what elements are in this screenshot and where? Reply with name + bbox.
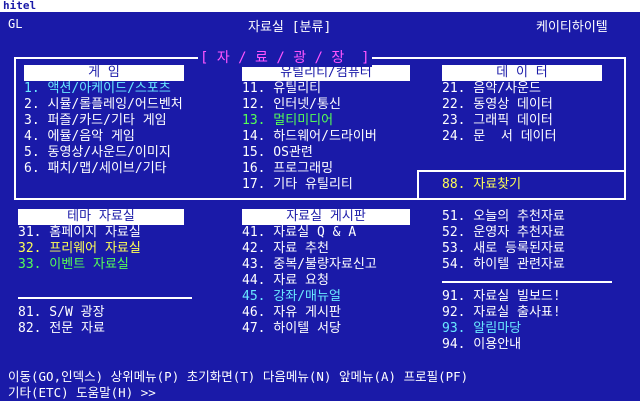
menu-item-92[interactable]: 92. 자료실 출사표! (442, 305, 561, 321)
menu-item-6[interactable]: 6. 패치/맵/세이브/기타 (24, 161, 167, 177)
menu-item-91[interactable]: 91. 자료실 빌보드! (442, 289, 561, 305)
menu-item-94[interactable]: 94. 이용안내 (442, 337, 521, 353)
menu-item-32[interactable]: 32. 프리웨어 자료실 (18, 241, 141, 257)
menu-item-14[interactable]: 14. 하드웨어/드라이버 (242, 129, 377, 145)
menu-item-3[interactable]: 3. 퍼즐/카드/기타 게임 (24, 113, 167, 129)
footer-commands: 이동(GO,인덱스) 상위메뉴(P) 초기화면(T) 다음메뉴(N) 앞메뉴(A… (8, 369, 469, 384)
menu-item-15[interactable]: 15. OS관련 (242, 145, 313, 161)
menu-item-12[interactable]: 12. 인터넷/통신 (242, 97, 341, 113)
menu-item-16[interactable]: 16. 프로그래밍 (242, 161, 333, 177)
command-prompt[interactable]: 기타(ETC) 도움말(H) >> (8, 385, 156, 401)
data-header: 데 이 터 (442, 65, 602, 81)
window-title-bar: hitel (0, 0, 640, 12)
menu-item-51[interactable]: 51. 오늘의 추천자료 (442, 209, 565, 225)
menu-item-24[interactable]: 24. 문 서 데이터 (442, 129, 557, 145)
banner-title: [ 자 / 료 / 광 / 장 ] (198, 47, 372, 67)
menu-item-81[interactable]: 81. S/W 광장 (18, 305, 105, 321)
status-left: GL (8, 17, 23, 31)
menu-item-2[interactable]: 2. 시뮬/롤플레잉/어드벤처 (24, 97, 183, 113)
menu-item-21[interactable]: 21. 음악/사운드 (442, 81, 541, 97)
menu-item-33[interactable]: 33. 이벤트 자료실 (18, 257, 129, 273)
sw-divider (18, 297, 192, 299)
menu-item-5[interactable]: 5. 동영상/사운드/이미지 (24, 145, 171, 161)
menu-item-88[interactable]: 88. 자료찾기 (442, 177, 521, 193)
menu-item-42[interactable]: 42. 자료 추천 (242, 241, 329, 257)
menu-item-82[interactable]: 82. 전문 자료 (18, 321, 105, 337)
menu-item-53[interactable]: 53. 새로 등록된자료 (442, 241, 565, 257)
window-title: hitel (3, 0, 37, 12)
theme-header: 테마 자료실 (18, 209, 184, 225)
menu-item-22[interactable]: 22. 동영상 데이터 (442, 97, 553, 113)
menu-item-43[interactable]: 43. 중복/불량자료신고 (242, 257, 377, 273)
menu-item-46[interactable]: 46. 자유 게시판 (242, 305, 341, 321)
menu-item-54[interactable]: 54. 하이텔 관련자료 (442, 257, 565, 273)
menu-item-4[interactable]: 4. 에뮬/음악 게임 (24, 129, 135, 145)
menu-item-93[interactable]: 93. 알림마당 (442, 321, 521, 337)
menu-item-31[interactable]: 31. 홈페이지 자료실 (18, 225, 141, 241)
menu-item-11[interactable]: 11. 유틸리티 (242, 81, 321, 97)
menu-item-41[interactable]: 41. 자료실 Q & A (242, 225, 356, 241)
menu-item-17[interactable]: 17. 기타 유틸리티 (242, 177, 353, 193)
status-center: 자료실 [분류] (248, 20, 332, 35)
menu-item-52[interactable]: 52. 운영자 추천자료 (442, 225, 565, 241)
menu-item-45[interactable]: 45. 강좌/매뉴얼 (242, 289, 341, 305)
menu-item-23[interactable]: 23. 그래픽 데이터 (442, 113, 553, 129)
info-divider (442, 281, 612, 283)
status-right: 케이티하이텔 (536, 20, 608, 35)
games-header: 게 임 (24, 65, 184, 81)
menu-item-47[interactable]: 47. 하이텔 서당 (242, 321, 341, 337)
menu-item-44[interactable]: 44. 자료 요청 (242, 273, 329, 289)
menu-item-1[interactable]: 1. 액션/아케이드/스포츠 (24, 81, 171, 97)
board-header: 자료실 게시판 (242, 209, 410, 225)
utility-header: 유틸리티/컴퓨터 (242, 65, 410, 81)
menu-item-13[interactable]: 13. 멀티미디어 (242, 113, 333, 129)
